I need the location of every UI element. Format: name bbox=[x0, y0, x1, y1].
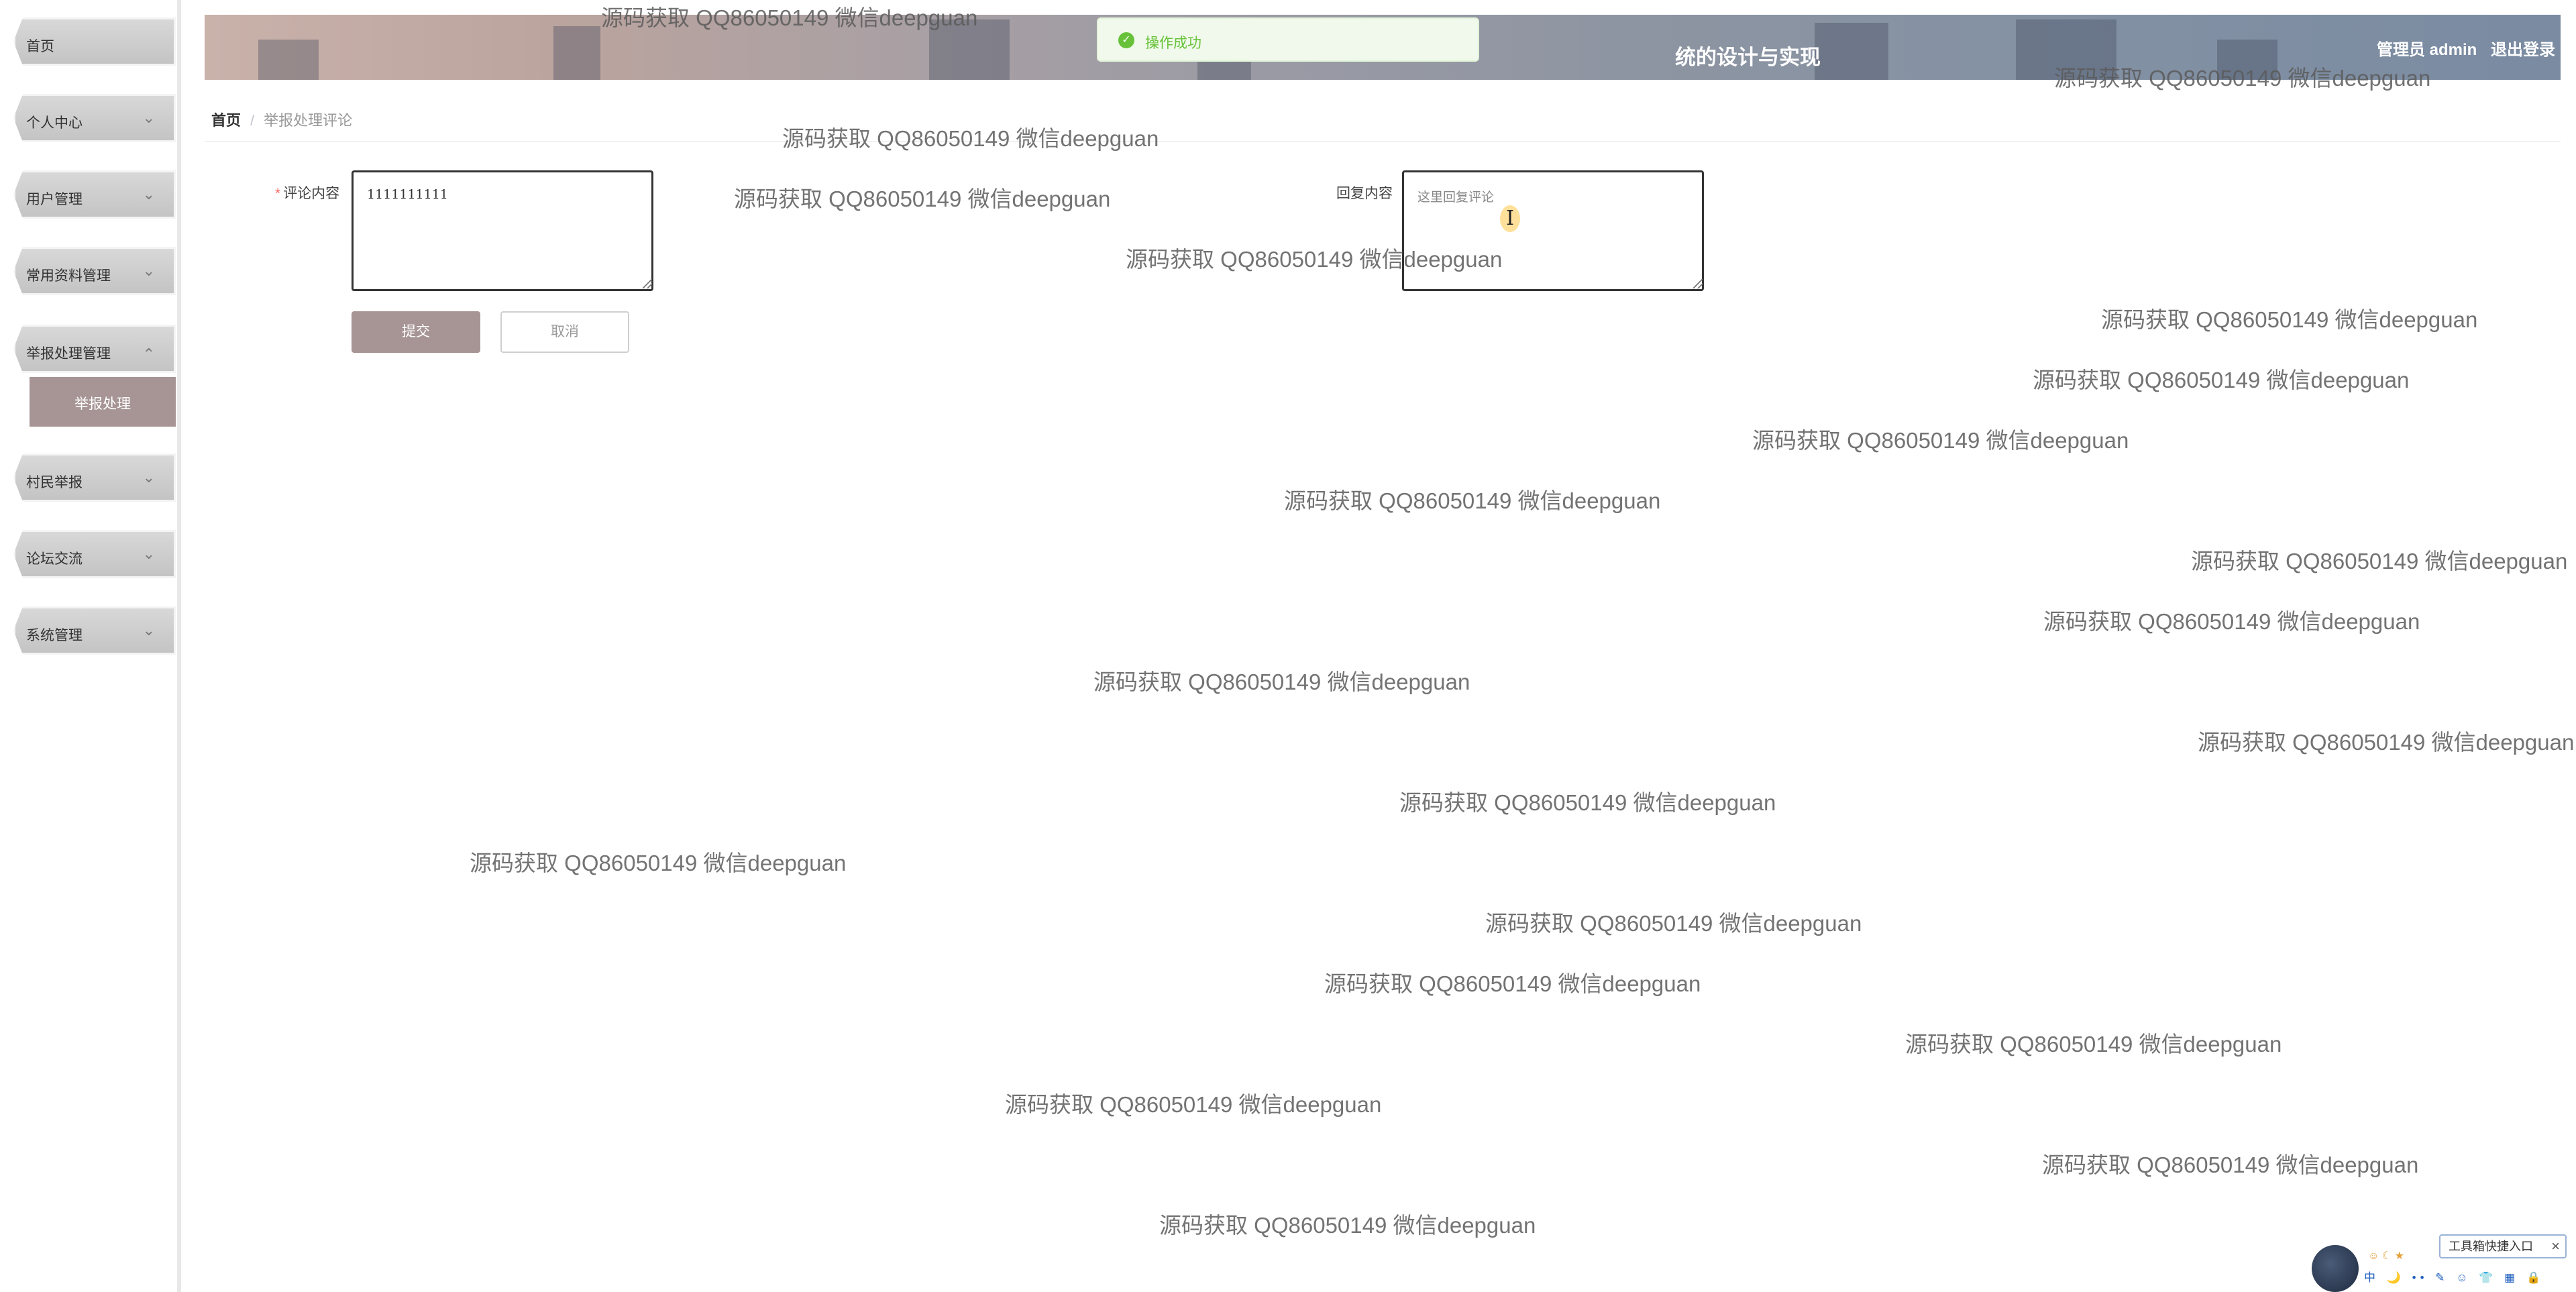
sidebar-item-system-management[interactable]: 系统管理 ⌄ bbox=[13, 606, 176, 655]
submit-button[interactable]: 提交 bbox=[352, 311, 480, 353]
sidebar-item-common-data[interactable]: 常用资料管理 ⌄ bbox=[13, 247, 176, 295]
chevron-down-icon: ⌄ bbox=[142, 545, 155, 562]
current-user-label: 管理员 admin bbox=[2376, 41, 2477, 59]
required-mark: * bbox=[275, 186, 281, 201]
breadcrumb-separator: / bbox=[250, 112, 255, 129]
success-toast: ✓ 操作成功 bbox=[1097, 17, 1479, 62]
toolbox-entry-label: 工具箱快捷入口 bbox=[2449, 1240, 2533, 1253]
text-cursor-icon: I bbox=[1500, 205, 1520, 232]
chevron-down-icon: ⌄ bbox=[142, 262, 155, 279]
reply-label: 回复内容 bbox=[1336, 186, 1393, 201]
sidebar-item-label: 举报处理管理 bbox=[26, 346, 111, 362]
system-title: 统的设计与实现 bbox=[1675, 46, 1821, 69]
watermark: 源码获取 QQ86050149 微信deepguan bbox=[734, 186, 1111, 211]
cancel-button[interactable]: 取消 bbox=[500, 311, 629, 353]
watermark: 源码获取 QQ86050149 微信deepguan bbox=[1159, 1213, 1536, 1238]
sidebar-item-report-handling[interactable]: 举报处理管理 ⌃ bbox=[13, 325, 176, 373]
watermark: 源码获取 QQ86050149 微信deepguan bbox=[2198, 730, 2575, 755]
header-user-area: 管理员 admin 退出登录 bbox=[2367, 36, 2555, 60]
reply-textarea[interactable] bbox=[1402, 170, 1704, 291]
logout-button[interactable]: 退出登录 bbox=[2491, 41, 2555, 59]
close-icon[interactable]: × bbox=[2551, 1236, 2560, 1257]
sidebar-item-label: 个人中心 bbox=[26, 115, 83, 131]
watermark: 源码获取 QQ86050149 微信deepguan bbox=[1324, 971, 1701, 996]
comment-textarea[interactable] bbox=[352, 170, 653, 291]
watermark: 源码获取 QQ86050149 微信deepguan bbox=[1005, 1092, 1382, 1117]
sidebar-item-label: 首页 bbox=[26, 39, 54, 54]
chevron-down-icon: ⌄ bbox=[142, 469, 155, 486]
sidebar-item-personal-center[interactable]: 个人中心 ⌄ bbox=[13, 94, 176, 142]
chevron-down-icon: ⌄ bbox=[142, 622, 155, 639]
watermark: 源码获取 QQ86050149 微信deepguan bbox=[2191, 549, 2568, 574]
header-skyline bbox=[2016, 19, 2116, 80]
header-skyline bbox=[258, 40, 319, 80]
resize-handle-icon[interactable] bbox=[1693, 279, 1703, 288]
toolbox-entry-button[interactable]: 工具箱快捷入口 × bbox=[2439, 1234, 2567, 1258]
chevron-down-icon: ⌄ bbox=[142, 186, 155, 203]
watermark: 源码获取 QQ86050149 微信deepguan bbox=[1485, 911, 1862, 936]
watermark: 源码获取 QQ86050149 微信deepguan bbox=[470, 851, 847, 875]
chevron-up-icon: ⌃ bbox=[142, 345, 155, 362]
sidebar-item-user-management[interactable]: 用户管理 ⌄ bbox=[13, 170, 176, 219]
sidebar-item-forum[interactable]: 论坛交流 ⌄ bbox=[13, 530, 176, 578]
header-skyline bbox=[2217, 40, 2277, 80]
submenu-item-report-process[interactable]: 举报处理 bbox=[30, 377, 176, 427]
comment-label: * 评论内容 bbox=[275, 182, 339, 203]
header-skyline bbox=[553, 26, 600, 80]
sidebar-item-label: 用户管理 bbox=[26, 192, 83, 207]
header-skyline bbox=[929, 19, 1010, 80]
header-skyline bbox=[1815, 23, 1888, 80]
status-icons: ☺ ☾ ★ bbox=[2368, 1250, 2404, 1262]
chevron-down-icon: ⌄ bbox=[142, 109, 155, 126]
watermark: 源码获取 QQ86050149 微信deepguan bbox=[1905, 1032, 2282, 1057]
resize-handle-icon[interactable] bbox=[643, 279, 652, 288]
sidebar-item-label: 常用资料管理 bbox=[26, 268, 111, 284]
sidebar-item-label: 村民举报 bbox=[26, 475, 83, 490]
comment-label-text: 评论内容 bbox=[283, 186, 340, 201]
watermark: 源码获取 QQ86050149 微信deepguan bbox=[2033, 368, 2410, 392]
breadcrumb-current: 举报处理评论 bbox=[264, 112, 353, 129]
submenu-item-label: 举报处理 bbox=[74, 396, 131, 412]
watermark: 源码获取 QQ86050149 微信deepguan bbox=[1399, 790, 1776, 815]
sidebar-item-home[interactable]: 首页 bbox=[13, 17, 176, 66]
watermark: 源码获取 QQ86050149 微信deepguan bbox=[2042, 1152, 2419, 1177]
ime-toolbar[interactable]: 中 🌙 •• ✎ ☺ 👕 ▦ 🔒 bbox=[2364, 1268, 2565, 1288]
breadcrumb: 首页 / 举报处理评论 bbox=[211, 109, 352, 130]
toolbox-widget: ☺ ☾ ★ 工具箱快捷入口 × 中 🌙 •• ✎ ☺ 👕 ▦ 🔒 bbox=[2308, 1233, 2569, 1292]
watermark: 源码获取 QQ86050149 微信deepguan bbox=[2043, 609, 2420, 634]
sidebar-item-label: 论坛交流 bbox=[26, 551, 83, 567]
watermark: 源码获取 QQ86050149 微信deepguan bbox=[1752, 428, 2129, 453]
breadcrumb-home[interactable]: 首页 bbox=[211, 112, 241, 129]
sidebar-item-label: 系统管理 bbox=[26, 628, 83, 643]
watermark: 源码获取 QQ86050149 微信deepguan bbox=[782, 126, 1159, 151]
watermark: 源码获取 QQ86050149 微信deepguan bbox=[2101, 307, 2478, 332]
content-divider bbox=[205, 141, 2561, 142]
sidebar: 首页 个人中心 ⌄ 用户管理 ⌄ 常用资料管理 ⌄ 举报处理管理 ⌃ 举报处理 … bbox=[0, 0, 181, 1292]
watermark: 源码获取 QQ86050149 微信deepguan bbox=[1284, 488, 1661, 513]
watermark: 源码获取 QQ86050149 微信deepguan bbox=[1093, 669, 1470, 694]
check-circle-icon: ✓ bbox=[1118, 32, 1134, 48]
sidebar-item-villager-report[interactable]: 村民举报 ⌄ bbox=[13, 453, 176, 502]
avatar[interactable] bbox=[2312, 1245, 2359, 1292]
toast-message: 操作成功 bbox=[1145, 36, 1201, 51]
